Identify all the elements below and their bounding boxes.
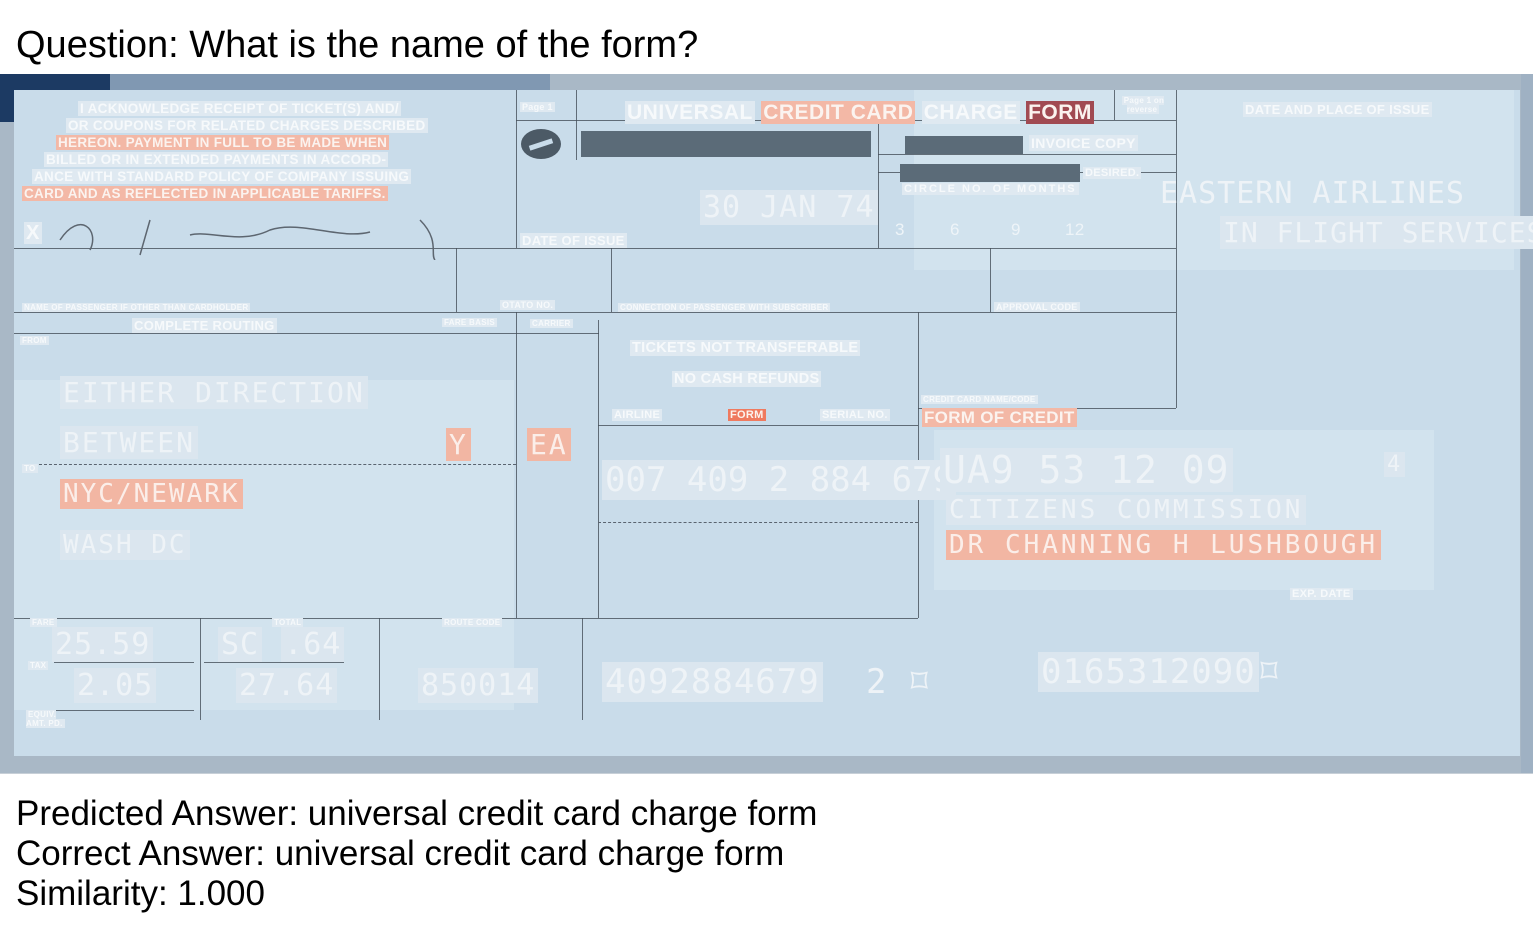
page-on-reverse: Page 1 on reverse	[1121, 96, 1165, 114]
date-place-issue-label: DATE AND PLACE OF ISSUE	[1243, 102, 1432, 117]
invoice-copy-label: INVOICE COPY	[1029, 135, 1138, 151]
bottom-check-digit: 2 ⌑	[866, 662, 931, 702]
form-line	[379, 618, 380, 720]
form-line	[34, 464, 516, 465]
serial-no-label: SERIAL NO.	[820, 409, 890, 421]
form-line	[576, 90, 577, 160]
credit-card-name-code-label: CREDIT CARD NAME/CODE	[921, 395, 1038, 404]
form-line	[878, 154, 1176, 155]
month-option-6: 6	[950, 220, 960, 239]
card-suffix: 4	[1384, 452, 1406, 477]
fare-basis-label: FARE BASIS	[442, 318, 498, 327]
connection-label: CONNECTION OF PASSENGER WITH SUBSCRIBER	[618, 303, 831, 312]
form-line	[14, 312, 1176, 313]
acknowledgement-text: I ACKNOWLEDGE RECEIPT OF TICKET(S) AND/	[78, 101, 401, 116]
form-line	[598, 425, 918, 426]
approval-code-label: APPROVAL CODE	[994, 302, 1080, 312]
complete-routing-label: COMPLETE ROUTING	[132, 318, 277, 333]
otato-no-label: OTATO NO.	[500, 300, 556, 310]
routing-line-2: BETWEEN	[60, 426, 199, 459]
fare-value: 25.59	[52, 627, 154, 662]
answer-panel: Predicted Answer: universal credit card …	[16, 794, 817, 914]
route-code-value: 850014	[418, 668, 539, 703]
tax-value: 2.05	[74, 668, 157, 703]
desired-label: DESIRED.	[1083, 167, 1142, 179]
form-line	[14, 618, 598, 619]
name-passenger-label: NAME OF PASSENGER IF OTHER THAN CARDHOLD…	[22, 303, 251, 312]
routing-line-1: EITHER DIRECTION	[60, 376, 368, 409]
signature-x-mark: X	[24, 222, 42, 244]
bottom-card-number: 0165312090⌑	[1038, 652, 1280, 692]
form-line	[1114, 90, 1115, 120]
form-line	[54, 662, 194, 663]
redacted-block	[900, 164, 1080, 182]
page-reference: Page 1	[520, 102, 555, 112]
form-title: UNIVERSAL CREDIT CARD CHARGE FORM	[625, 101, 1094, 124]
fare-label: FARE	[30, 618, 57, 627]
card-number: UA9 53 12 09	[940, 448, 1233, 492]
redacted-block	[581, 131, 871, 157]
form-line	[204, 662, 344, 663]
form-line	[598, 618, 918, 619]
date-of-issue-label: DATE OF ISSUE	[520, 233, 627, 248]
correct-answer: Correct Answer: universal credit card ch…	[16, 834, 785, 873]
form-line	[878, 120, 879, 248]
form-label: FORM	[728, 409, 766, 421]
total-value: 27.64	[236, 668, 338, 703]
to-label: TO	[22, 464, 38, 473]
month-option-3: 3	[895, 220, 905, 239]
bottom-ticket-number: 4092884679	[602, 662, 823, 702]
form-of-credit-label: FORM OF CREDIT	[922, 408, 1077, 427]
total-prefix: SC .64	[218, 627, 345, 662]
route-code-label: ROUTE CODE	[442, 618, 503, 627]
form-line	[598, 320, 599, 618]
month-option-12: 12	[1065, 220, 1085, 239]
form-line	[598, 522, 918, 523]
airline-label: AIRLINE	[612, 409, 663, 421]
carrier-value: EA	[527, 428, 571, 461]
issuer-subtitle: IN FLIGHT SERVICES	[1220, 216, 1533, 249]
form-line	[516, 312, 517, 618]
redacted-block	[905, 136, 1023, 154]
acknowledgement-text: OR COUPONS FOR RELATED CHARGES DESCRIBED	[66, 118, 428, 133]
fare-basis-value: Y	[446, 428, 471, 461]
form-line	[582, 618, 583, 720]
similarity-score: Similarity: 1.000	[16, 874, 265, 913]
from-label: FROM	[20, 336, 49, 345]
routing-line-4: WASH DC	[60, 530, 190, 560]
card-holder-line-1: CITIZENS COMMISSION	[946, 495, 1307, 525]
form-line	[990, 248, 991, 312]
acknowledgement-text: HEREON. PAYMENT IN FULL TO BE MADE WHEN	[56, 135, 390, 150]
month-option-9: 9	[1011, 220, 1021, 239]
form-line	[611, 248, 612, 312]
card-holder-line-2: DR CHANNING H LUSHBOUGH	[946, 530, 1382, 560]
tickets-not-transferable: TICKETS NOT TRANSFERABLE	[630, 340, 861, 356]
tax-label: TAX	[28, 661, 49, 670]
form-line	[200, 618, 201, 720]
carrier-label: CARRIER	[530, 319, 573, 328]
issue-date: 30 JAN 74	[700, 190, 878, 225]
issuer-name: EASTERN AIRLINES	[1160, 176, 1465, 211]
routing-line-3: NYC/NEWARK	[60, 479, 243, 509]
exp-date-label: EXP. DATE	[1290, 588, 1353, 600]
airline-logo-icon	[521, 129, 561, 159]
ticket-number: 007 409 2 884 679	[602, 460, 956, 500]
total-label: TOTAL	[272, 618, 304, 627]
signature-icon	[59, 219, 436, 260]
circle-months-label: CIRCLE NO. OF MONTHS	[902, 183, 1079, 195]
form-line	[14, 333, 599, 334]
predicted-answer: Predicted Answer: universal credit card …	[16, 794, 818, 833]
question-text: Question: What is the name of the form?	[16, 24, 699, 66]
acknowledgement-text: ANCE WITH STANDARD POLICY OF COMPANY ISS…	[32, 169, 412, 184]
acknowledgement-text: BILLED OR IN EXTENDED PAYMENTS IN ACCORD…	[44, 152, 389, 167]
document-scan-edge-right	[1521, 74, 1533, 773]
equiv-amount-label: EQUIV. AMT. PD.	[26, 710, 65, 728]
no-cash-refunds: NO CASH REFUNDS	[672, 371, 822, 387]
form-line	[1176, 90, 1177, 408]
form-line	[516, 90, 517, 248]
